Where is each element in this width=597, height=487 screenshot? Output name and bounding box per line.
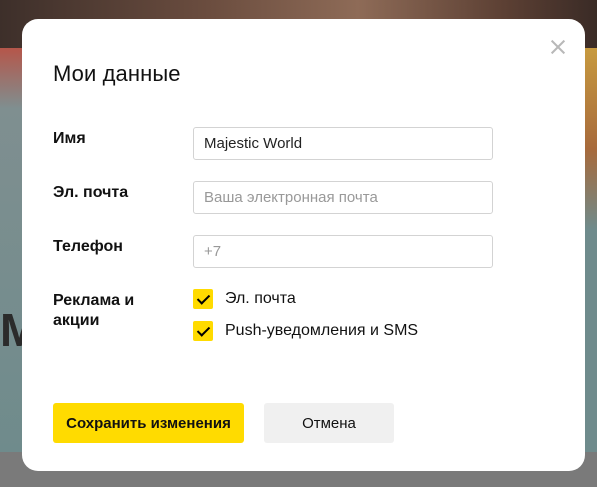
my-data-dialog: Мои данные Имя Эл. почта Телефон Реклама…	[22, 19, 585, 471]
save-button[interactable]: Сохранить изменения	[53, 403, 244, 443]
email-consent-label: Эл. почта	[225, 290, 296, 307]
push-sms-consent-label: Push-уведомления и SMS	[225, 322, 419, 339]
email-consent-option[interactable]: Эл. почта	[193, 289, 296, 309]
background-left-strip	[0, 48, 22, 452]
background-partial-letter: M	[0, 304, 22, 356]
push-sms-consent-option[interactable]: Push-уведомления и SMS	[193, 321, 418, 341]
close-icon[interactable]	[547, 36, 569, 58]
email-consent-checkbox[interactable]	[193, 289, 213, 309]
name-input[interactable]	[193, 127, 493, 160]
phone-label: Телефон	[53, 238, 123, 255]
dialog-title: Мои данные	[53, 61, 181, 86]
ads-label-line2: акции	[53, 312, 100, 329]
push-sms-consent-checkbox[interactable]	[193, 321, 213, 341]
cancel-button[interactable]: Отмена	[264, 403, 394, 443]
ads-label: Реклама и акции	[53, 291, 134, 331]
phone-input[interactable]	[193, 235, 493, 268]
name-label: Имя	[53, 130, 86, 147]
ads-label-line1: Реклама и	[53, 292, 135, 309]
email-input[interactable]	[193, 181, 493, 214]
email-label: Эл. почта	[53, 184, 129, 201]
